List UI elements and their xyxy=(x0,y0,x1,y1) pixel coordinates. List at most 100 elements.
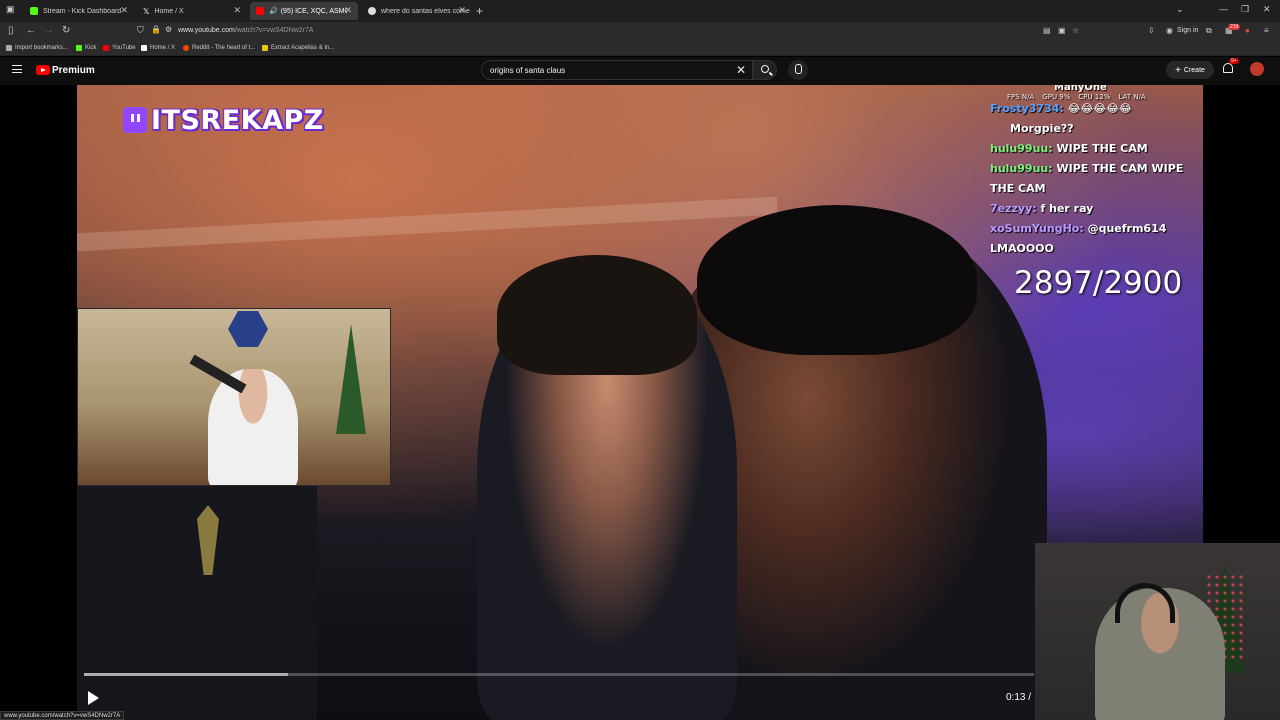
create-label: Create xyxy=(1183,66,1205,74)
search-input[interactable]: origins of santa claus ✕ xyxy=(481,60,753,80)
x-icon xyxy=(141,45,147,51)
close-window-button[interactable]: ✕ xyxy=(1263,4,1271,15)
kick-icon xyxy=(76,45,82,51)
youtube-premium-logo[interactable]: Premium xyxy=(52,65,95,76)
extensions-icon[interactable]: ⧉ xyxy=(1206,26,1212,36)
chat-message: xoSumYungHo: @quefrm614 xyxy=(990,222,1166,235)
bookmark-label: Import bookmarks... xyxy=(15,45,69,51)
close-icon[interactable]: ✕ xyxy=(458,5,466,16)
chat-username: ManyOne xyxy=(1054,85,1107,93)
stat: LAT N/A xyxy=(1118,93,1146,101)
bookmark-label: Kick xyxy=(85,45,97,51)
chat-text: WIPE THE CAM xyxy=(1056,142,1148,155)
chat-username: Frosty3734: xyxy=(990,102,1064,115)
counter-overlay: 2897/2900 xyxy=(1014,265,1183,301)
video-person xyxy=(497,255,697,375)
bookmark-import[interactable]: Import bookmarks... xyxy=(6,45,68,51)
sidebar-toggle-icon[interactable]: ▯ xyxy=(8,25,14,36)
stat: GPU 9% xyxy=(1042,93,1071,101)
notifications-bell-icon[interactable] xyxy=(1223,63,1233,73)
forward-button[interactable]: → xyxy=(44,25,54,36)
twitch-icon xyxy=(123,107,147,133)
google-favicon-icon xyxy=(368,7,376,15)
tab-actions-icon[interactable]: ▣ xyxy=(6,4,15,15)
close-icon[interactable]: ✕ xyxy=(233,5,241,16)
account-icon[interactable]: ◉ xyxy=(1166,26,1173,35)
bookmark-label: Extract Acapellas & In... xyxy=(271,45,335,51)
back-button[interactable]: ← xyxy=(26,25,36,36)
browser-tab-strip: ▣ Stream - Kick Dashboard ✕ 𝕏 Home / X ✕… xyxy=(0,0,1280,22)
chat-text: @quefrm614 xyxy=(1087,222,1167,235)
chat-username: hulu99uu: xyxy=(990,142,1053,155)
tab-home-x[interactable]: 𝕏 Home / X ✕ xyxy=(137,2,247,20)
youtube-icon xyxy=(103,45,109,51)
chat-text: 😂😂😂😂😂 xyxy=(1067,102,1132,115)
site-settings-icon[interactable]: ⚙ xyxy=(165,25,172,34)
picture-in-picture-icon[interactable]: ▣ xyxy=(1058,26,1066,35)
url-path: /watch?v=vwS4DNw2r7A xyxy=(234,27,314,34)
minimize-button[interactable]: — xyxy=(1219,4,1228,14)
new-tab-button[interactable]: + xyxy=(476,4,483,18)
clear-search-icon[interactable]: ✕ xyxy=(736,63,746,77)
bookmark-kick[interactable]: Kick xyxy=(76,45,96,51)
play-button[interactable] xyxy=(88,691,99,705)
chat-username: 7ezzyy: xyxy=(990,202,1037,215)
video-scene xyxy=(77,196,777,252)
url-host: www.youtube.com xyxy=(178,27,235,34)
chat-text: WIPE THE CAM WIPE xyxy=(1056,162,1184,175)
chat-message: Morgpie?? xyxy=(1010,122,1074,135)
bookmark-home-x[interactable]: Home / X xyxy=(141,45,175,51)
tab-list-chevron-icon[interactable]: ⌄ xyxy=(1176,4,1184,15)
voice-search-icon[interactable] xyxy=(788,60,808,80)
close-icon[interactable]: ✕ xyxy=(344,5,352,16)
progress-fill xyxy=(84,673,289,676)
chat-text: Morgpie?? xyxy=(1010,122,1074,135)
avatar[interactable] xyxy=(1250,62,1264,76)
lock-icon[interactable]: 🔒 xyxy=(151,25,161,34)
bookmark-reddit[interactable]: Reddit - The heart of t... xyxy=(183,45,255,51)
guide-menu-icon[interactable] xyxy=(12,65,22,73)
stream-chat-overlay: ManyOne FPS N/A GPU 9% CPU 12% LAT N/A F… xyxy=(990,85,1203,265)
audio-playing-icon[interactable]: 🔊 xyxy=(269,7,278,15)
youtube-logo-icon[interactable] xyxy=(36,65,50,75)
chat-username: hulu99uu: xyxy=(990,162,1053,175)
maximize-button[interactable]: ❐ xyxy=(1241,4,1249,15)
notification-count-badge: 9+ xyxy=(1229,58,1239,64)
bookmark-label: Reddit - The heart of t... xyxy=(192,45,256,51)
time-display: 0:13 / xyxy=(1006,692,1032,703)
stat: FPS N/A xyxy=(1007,93,1035,101)
bookmark-star-icon[interactable]: ☆ xyxy=(1072,26,1079,35)
tab-google-search[interactable]: where do santas elves come fr... ✕ xyxy=(362,2,472,20)
reload-button[interactable]: ↻ xyxy=(62,25,70,36)
chat-message-continued: THE CAM xyxy=(990,182,1046,195)
performance-stats: FPS N/A GPU 9% CPU 12% LAT N/A xyxy=(1007,93,1146,101)
shield-icon[interactable]: ⛉ xyxy=(137,25,144,36)
downloads-icon[interactable]: ⇩ xyxy=(1148,26,1155,35)
bookmark-youtube[interactable]: YouTube xyxy=(103,45,136,51)
tab-youtube-video[interactable]: 🔊 (95) ICE, XQC, ASMONGOLD ✕ xyxy=(250,2,358,20)
chat-username: xoSumYungHo: xyxy=(990,222,1084,235)
bookmark-extract[interactable]: Extract Acapellas & In... xyxy=(262,45,334,51)
sign-in-button[interactable]: Sign in xyxy=(1177,27,1198,34)
twitch-handle-overlay: ITSREKAPZ xyxy=(123,104,324,136)
search-button[interactable] xyxy=(753,60,777,80)
kick-favicon-icon xyxy=(30,7,38,15)
close-icon[interactable]: ✕ xyxy=(120,5,128,16)
webcam-person xyxy=(208,369,298,485)
tab-kick-dashboard[interactable]: Stream - Kick Dashboard ✕ xyxy=(24,2,134,20)
video-scene xyxy=(77,485,317,720)
chat-message: 7ezzyy: f her ray xyxy=(990,202,1093,215)
bookmarks-bar: Import bookmarks... Kick YouTube Home / … xyxy=(0,42,1280,56)
address-bar[interactable]: www.youtube.com/watch?v=vwS4DNw2r7A xyxy=(178,27,314,34)
link-status-bar: www.youtube.com/watch?v=vwS4DNw2r7A xyxy=(0,711,125,720)
video-progress-bar[interactable] xyxy=(84,673,1034,676)
adblock-icon[interactable]: ● xyxy=(1245,26,1250,35)
chat-message: Frosty3734: 😂😂😂😂😂 xyxy=(990,102,1132,115)
menu-icon[interactable]: ≡ xyxy=(1264,26,1269,35)
reader-mode-icon[interactable]: ▤ xyxy=(1043,26,1051,35)
video-person xyxy=(697,205,977,355)
tab-label: Home / X xyxy=(154,7,184,15)
x-favicon-icon: 𝕏 xyxy=(143,7,150,16)
twitch-handle: ITSREKAPZ xyxy=(151,104,324,136)
create-button[interactable]: + Create xyxy=(1166,61,1214,79)
